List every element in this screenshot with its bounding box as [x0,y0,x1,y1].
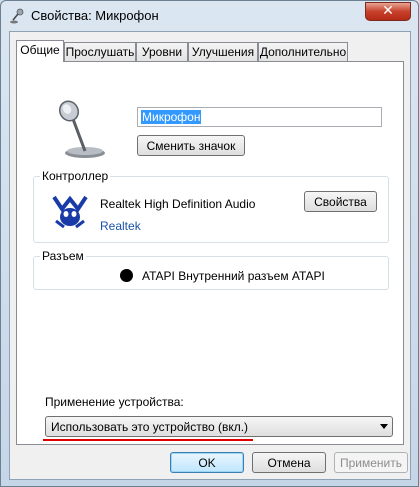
dialog-body: Общие Прослушать Уровни Улучшения Дополн… [9,31,411,480]
tab-levels[interactable]: Уровни [136,42,188,61]
close-icon: ✕ [382,2,394,18]
tab-listen[interactable]: Прослушать [64,42,136,61]
window-title: Свойства: Микрофон [31,8,159,23]
tab-label: Дополнительно [259,45,347,59]
close-button[interactable]: ✕ [365,2,411,21]
properties-dialog: Свойства: Микрофон ✕ Общие Прослушать Ур… [0,0,419,487]
device-name-value: Микрофон [141,110,202,124]
title-bar[interactable]: Свойства: Микрофон ✕ [1,1,418,31]
device-usage-label: Применение устройства: [45,395,184,409]
chevron-down-icon [380,424,388,429]
tab-advanced[interactable]: Дополнительно [258,42,348,61]
controller-group-label: Контроллер [40,169,111,183]
tab-label: Уровни [141,45,183,59]
realtek-logo-icon [52,195,88,229]
ok-button[interactable]: OK [170,452,244,473]
tab-enhancements[interactable]: Улучшения [188,42,258,61]
annotation-underline-usage [43,439,253,441]
tab-general[interactable]: Общие [16,40,64,62]
general-tab-panel: Микрофон Сменить значок Контроллер Realt… [16,61,404,445]
tab-label: Общие [20,43,60,57]
jack-description: ATAPI Внутренний разъем ATAPI [142,269,325,283]
jack-group-label: Разъем [40,249,86,263]
tab-label: Улучшения [191,45,255,59]
controller-group: Контроллер Realtek High Definition Audio… [33,169,389,243]
jack-color-indicator [120,269,133,282]
device-usage-value: Использовать это устройство (вкл.) [51,420,249,434]
device-usage-select[interactable]: Использовать это устройство (вкл.) [45,416,393,437]
apply-button[interactable]: Применить [334,452,408,473]
jack-group: Разъем ATAPI Внутренний разъем ATAPI [33,249,389,290]
microphone-icon [10,8,24,24]
device-name-input[interactable]: Микрофон [137,107,382,127]
change-icon-button[interactable]: Сменить значок [137,135,245,156]
controller-vendor-link[interactable]: Realtek [100,219,141,233]
controller-properties-button[interactable]: Свойства [304,191,377,212]
cancel-button[interactable]: Отмена [252,452,326,473]
tab-label: Прослушать [65,45,135,59]
controller-device-name: Realtek High Definition Audio [100,197,256,211]
microphone-device-icon [58,100,105,158]
